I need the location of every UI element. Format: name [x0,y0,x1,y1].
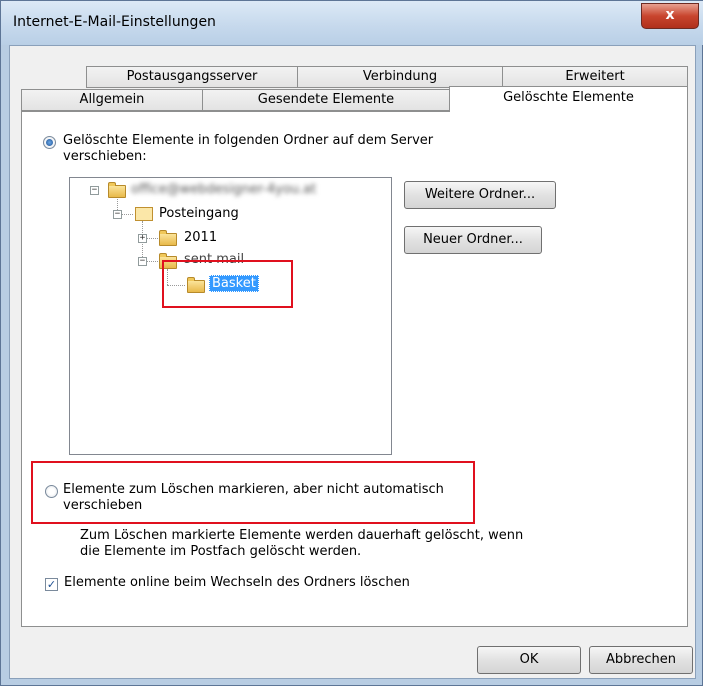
close-button[interactable]: x [641,3,699,29]
new-folder-button[interactable]: Neuer Ordner... [404,226,542,254]
collapse-icon[interactable]: − [138,257,147,266]
expand-icon[interactable]: + [138,234,147,243]
cancel-button[interactable]: Abbrechen [589,646,693,674]
move-to-folder-label[interactable]: Gelöschte Elemente in folgenden Ordner a… [63,133,433,165]
move-to-folder-radio[interactable] [43,136,56,149]
ok-button[interactable]: OK [477,646,581,674]
online-delete-label[interactable]: Elemente online beim Wechseln des Ordner… [64,575,410,590]
tab-postausgangsserver[interactable]: Postausgangsserver [86,66,298,88]
account-folder-icon [108,182,126,198]
mark-for-deletion-label[interactable]: Elemente zum Löschen markieren, aber nic… [63,482,444,514]
more-folders-button[interactable]: Weitere Ordner... [404,181,556,209]
collapse-icon[interactable]: − [90,186,99,195]
mark-info-text: Zum Löschen markierte Elemente werden da… [80,528,524,559]
tab-gesendete-elemente[interactable]: Gesendete Elemente [202,89,450,111]
tree-item-2011[interactable]: 2011 [184,230,217,245]
checkmark-icon: ✓ [46,578,57,591]
highlight-box-basket [162,260,293,308]
mark-for-deletion-radio[interactable] [45,485,58,498]
title-bar[interactable]: Internet-E-Mail-Einstellungen x [1,1,703,45]
tree-item-posteingang[interactable]: Posteingang [159,206,239,221]
window-title: Internet-E-Mail-Einstellungen [13,14,216,30]
tab-erweitert[interactable]: Erweitert [502,66,688,88]
close-icon: x [665,7,675,23]
online-delete-checkbox[interactable]: ✓ [45,578,58,591]
collapse-icon[interactable]: − [113,210,122,219]
tab-geloeschte-elemente[interactable]: Gelöschte Elemente [449,86,688,112]
folder-icon [159,230,177,246]
tab-allgemein[interactable]: Allgemein [21,89,203,111]
inbox-icon [135,207,153,221]
tree-item-account[interactable]: office@webdesigner-4you.at [131,182,316,197]
tab-verbindung[interactable]: Verbindung [297,66,503,88]
dialog-window: Internet-E-Mail-Einstellungen x Postausg… [0,0,703,686]
